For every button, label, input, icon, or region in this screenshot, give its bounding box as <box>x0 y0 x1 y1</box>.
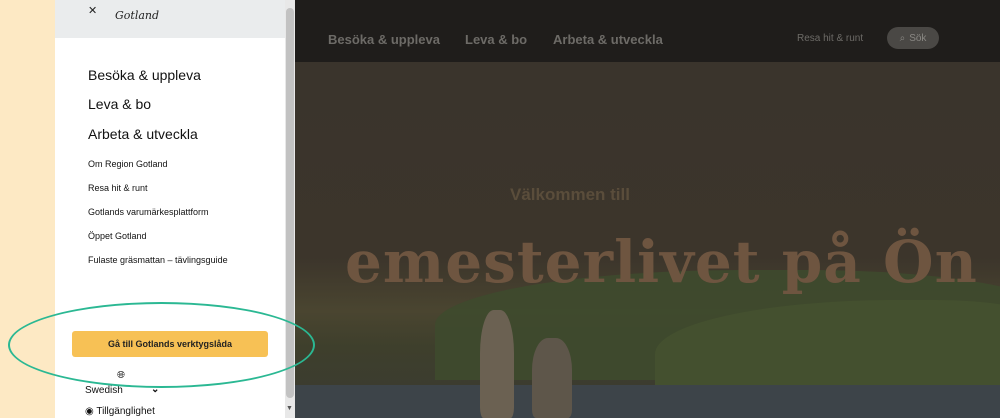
menu-item-work[interactable]: Arbeta & utveckla <box>88 126 198 142</box>
gotland-logo[interactable]: Gotland <box>115 9 159 22</box>
menu-subitem-about-region[interactable]: Om Region Gotland <box>88 159 168 169</box>
close-icon[interactable]: ✕ <box>88 4 97 17</box>
nav-link-work[interactable]: Arbeta & utveckla <box>553 32 663 47</box>
nav-link-live[interactable]: Leva & bo <box>465 32 527 47</box>
menu-subitem-lawn-guide[interactable]: Fulaste gräsmattan – tävlingsguide <box>88 255 228 265</box>
hero-title: emesterlivet på Ön <box>345 228 978 296</box>
hero-person <box>480 310 514 418</box>
menu-item-visit[interactable]: Besöka & uppleva <box>88 67 201 83</box>
search-label: Sök <box>909 32 927 44</box>
eye-icon: ◉ <box>85 406 94 417</box>
hero-welcome: Välkommen till <box>510 185 630 204</box>
menu-subitem-brand-platform[interactable]: Gotlands varumärkesplattform <box>88 207 209 217</box>
highlight-ellipse <box>8 302 315 388</box>
nav-link-visit[interactable]: Besöka & uppleva <box>328 32 440 47</box>
accessibility-link[interactable]: ◉ Tillgänglighet <box>85 406 155 417</box>
menu-item-live[interactable]: Leva & bo <box>88 96 151 112</box>
panel-header: ✕ Gotland <box>55 0 285 38</box>
hero-person <box>532 338 572 418</box>
nav-link-travel[interactable]: Resa hit & runt <box>797 33 863 44</box>
menu-subitem-open-gotland[interactable]: Öppet Gotland <box>88 231 147 241</box>
search-button[interactable]: ⌕ Sök <box>887 27 939 49</box>
menu-subitem-travel[interactable]: Resa hit & runt <box>88 183 148 193</box>
accessibility-label: Tillgänglighet <box>96 406 155 417</box>
scroll-down-icon[interactable]: ▼ <box>286 405 293 412</box>
language-select[interactable]: Swedish <box>85 385 123 396</box>
search-icon: ⌕ <box>899 32 906 44</box>
